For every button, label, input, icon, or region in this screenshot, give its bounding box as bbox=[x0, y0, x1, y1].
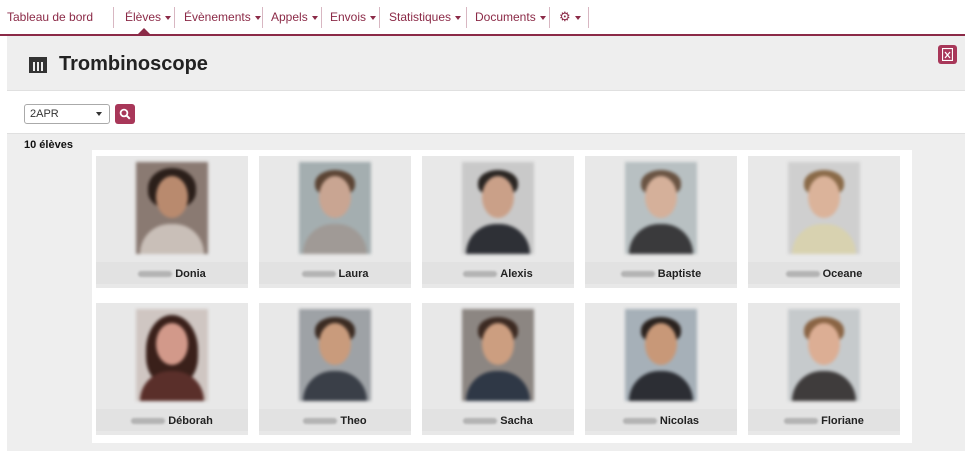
nav-label: Élèves bbox=[125, 10, 162, 24]
student-surname-redacted bbox=[622, 417, 657, 424]
student-photo bbox=[299, 162, 371, 254]
search-icon bbox=[119, 108, 131, 120]
nav-item-tableau-de-bord[interactable]: Tableau de bord bbox=[7, 0, 93, 34]
student-photo bbox=[462, 162, 534, 254]
nav-divider bbox=[379, 7, 380, 28]
gear-icon: ⚙ bbox=[559, 9, 571, 24]
student-first-name: Theo bbox=[340, 414, 367, 427]
student-name: Floriane bbox=[748, 409, 900, 431]
chevron-down-icon bbox=[96, 112, 102, 116]
student-photo bbox=[462, 309, 534, 401]
student-first-name: Floriane bbox=[821, 414, 864, 427]
student-surname-redacted bbox=[138, 270, 173, 277]
nav-item-documents[interactable]: Documents bbox=[475, 0, 546, 34]
nav-divider bbox=[588, 7, 589, 28]
student-card[interactable]: Oceane bbox=[748, 156, 900, 288]
nav-item-statistiques[interactable]: Statistiques bbox=[389, 0, 462, 34]
page-header: Trombinoscope bbox=[7, 36, 965, 90]
caret-down-icon bbox=[311, 15, 318, 20]
student-surname-redacted bbox=[303, 417, 338, 424]
nav-label: Documents bbox=[475, 10, 536, 24]
student-surname-redacted bbox=[463, 270, 498, 277]
student-first-name: Nicolas bbox=[659, 414, 700, 427]
main-content: Trombinoscope 2APR 10 élèves Donia Laura… bbox=[7, 36, 965, 451]
nav-divider bbox=[549, 7, 550, 28]
student-photo bbox=[136, 162, 208, 254]
top-navigation: Tableau de bord Élèves Évènements Appels… bbox=[0, 0, 965, 36]
student-count: 10 élèves bbox=[24, 139, 73, 151]
nav-divider bbox=[466, 7, 467, 28]
filter-bar: 2APR bbox=[7, 90, 965, 134]
student-photo bbox=[625, 309, 697, 401]
student-photo bbox=[788, 162, 860, 254]
nav-label: Tableau de bord bbox=[7, 10, 94, 24]
nav-item-envois[interactable]: Envois bbox=[330, 0, 377, 34]
student-first-name: Déborah bbox=[168, 414, 213, 427]
caret-down-icon bbox=[165, 15, 172, 20]
student-first-name: Alexis bbox=[500, 267, 533, 280]
nav-label: Appels bbox=[271, 10, 308, 24]
calendar-icon bbox=[29, 57, 47, 73]
nav-divider bbox=[113, 7, 114, 28]
student-surname-redacted bbox=[785, 270, 820, 277]
nav-label: Évènements bbox=[184, 10, 251, 24]
student-card[interactable]: Nicolas bbox=[585, 303, 737, 435]
student-first-name: Sacha bbox=[500, 414, 533, 427]
nav-label: Envois bbox=[330, 10, 367, 24]
nav-divider bbox=[321, 7, 322, 28]
caret-down-icon bbox=[370, 15, 377, 20]
nav-item-appels[interactable]: Appels bbox=[271, 0, 318, 34]
student-name: Sacha bbox=[422, 409, 574, 431]
page-title: Trombinoscope bbox=[59, 53, 208, 75]
student-surname-redacted bbox=[463, 417, 498, 424]
student-first-name: Oceane bbox=[822, 267, 863, 280]
student-first-name: Laura bbox=[338, 267, 369, 280]
class-select[interactable]: 2APR bbox=[24, 104, 110, 124]
student-surname-redacted bbox=[131, 417, 166, 424]
student-card[interactable]: Laura bbox=[259, 156, 411, 288]
class-select-value: 2APR bbox=[30, 108, 59, 120]
caret-down-icon bbox=[539, 15, 546, 20]
student-photo bbox=[136, 309, 208, 401]
active-tab-pointer bbox=[138, 28, 150, 34]
nav-item-evenements[interactable]: Évènements bbox=[184, 0, 261, 34]
student-card[interactable]: Theo bbox=[259, 303, 411, 435]
student-name: Nicolas bbox=[585, 409, 737, 431]
student-name: Baptiste bbox=[585, 262, 737, 284]
student-first-name: Donia bbox=[175, 267, 206, 280]
student-card[interactable]: Sacha bbox=[422, 303, 574, 435]
student-name: Donia bbox=[96, 262, 248, 284]
nav-item-settings[interactable]: ⚙ bbox=[559, 0, 581, 34]
student-card[interactable]: Donia bbox=[96, 156, 248, 288]
caret-down-icon bbox=[455, 15, 462, 20]
student-name: Déborah bbox=[96, 409, 248, 431]
student-surname-redacted bbox=[301, 270, 336, 277]
student-grid: Donia Laura Alexis Baptiste Oceane Débor… bbox=[92, 150, 912, 443]
student-photo bbox=[625, 162, 697, 254]
nav-label: Statistiques bbox=[389, 10, 452, 24]
caret-down-icon bbox=[254, 15, 261, 20]
student-card[interactable]: Baptiste bbox=[585, 156, 737, 288]
student-card[interactable]: Déborah bbox=[96, 303, 248, 435]
student-photo bbox=[299, 309, 371, 401]
spreadsheet-export-icon bbox=[941, 47, 954, 62]
student-name: Laura bbox=[259, 262, 411, 284]
student-card[interactable]: Alexis bbox=[422, 156, 574, 288]
student-name: Alexis bbox=[422, 262, 574, 284]
search-button[interactable] bbox=[115, 104, 135, 124]
caret-down-icon bbox=[574, 15, 581, 20]
student-surname-redacted bbox=[784, 417, 819, 424]
nav-divider bbox=[262, 7, 263, 28]
student-first-name: Baptiste bbox=[657, 267, 702, 280]
spreadsheet-export-button[interactable] bbox=[938, 45, 957, 64]
student-surname-redacted bbox=[620, 270, 655, 277]
nav-divider bbox=[174, 7, 175, 28]
student-name: Oceane bbox=[748, 262, 900, 284]
student-photo bbox=[788, 309, 860, 401]
student-card[interactable]: Floriane bbox=[748, 303, 900, 435]
student-name: Theo bbox=[259, 409, 411, 431]
